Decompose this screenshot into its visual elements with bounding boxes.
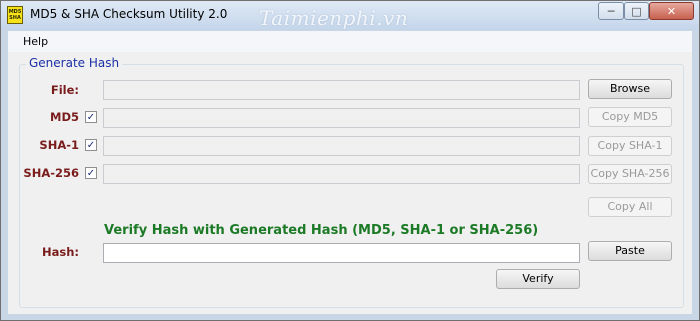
copy-all-button[interactable]: Copy All: [588, 197, 672, 217]
hash-label: Hash:: [41, 245, 79, 259]
group-title: Generate Hash: [26, 56, 123, 70]
verify-button[interactable]: Verify: [496, 269, 580, 289]
minimize-button[interactable]: ─: [598, 2, 624, 20]
browse-button[interactable]: Browse: [588, 79, 672, 99]
paste-button[interactable]: Paste: [588, 241, 672, 261]
file-label: File:: [50, 83, 79, 97]
app-window: MD5 SHA MD5 & SHA Checksum Utility 2.0 T…: [0, 0, 700, 321]
sha1-hash-field[interactable]: [103, 136, 580, 156]
copy-sha256-button[interactable]: Copy SHA-256: [588, 164, 672, 184]
generate-hash-group: [19, 64, 684, 308]
md5-checkbox[interactable]: ✓: [85, 111, 97, 123]
close-button[interactable]: ✕: [649, 2, 694, 20]
verify-heading: Verify Hash with Generated Hash (MD5, SH…: [104, 223, 539, 238]
watermark: Taimienphi.vn: [259, 6, 409, 30]
title-bar[interactable]: MD5 SHA MD5 & SHA Checksum Utility 2.0 T…: [1, 1, 699, 30]
sha256-checkbox[interactable]: ✓: [85, 167, 97, 179]
sha1-label: SHA-1: [39, 138, 79, 152]
md5-label: MD5: [50, 110, 79, 124]
menu-help[interactable]: Help: [23, 35, 48, 48]
client-area: Generate Hash File: Browse MD5 ✓ Copy MD…: [8, 52, 692, 314]
sha1-checkbox[interactable]: ✓: [85, 139, 97, 151]
app-icon: MD5 SHA: [7, 6, 23, 24]
file-path-field[interactable]: [103, 80, 580, 100]
copy-md5-button[interactable]: Copy MD5: [588, 107, 672, 127]
window-title: MD5 & SHA Checksum Utility 2.0: [30, 7, 228, 21]
menu-bar: Help: [8, 31, 692, 52]
hash-input[interactable]: [103, 243, 580, 263]
copy-sha1-button[interactable]: Copy SHA-1: [588, 136, 672, 156]
md5-hash-field[interactable]: [103, 108, 580, 128]
sha256-label: SHA-256: [23, 166, 79, 180]
maximize-button[interactable]: □: [624, 2, 649, 20]
sha256-hash-field[interactable]: [103, 164, 580, 184]
